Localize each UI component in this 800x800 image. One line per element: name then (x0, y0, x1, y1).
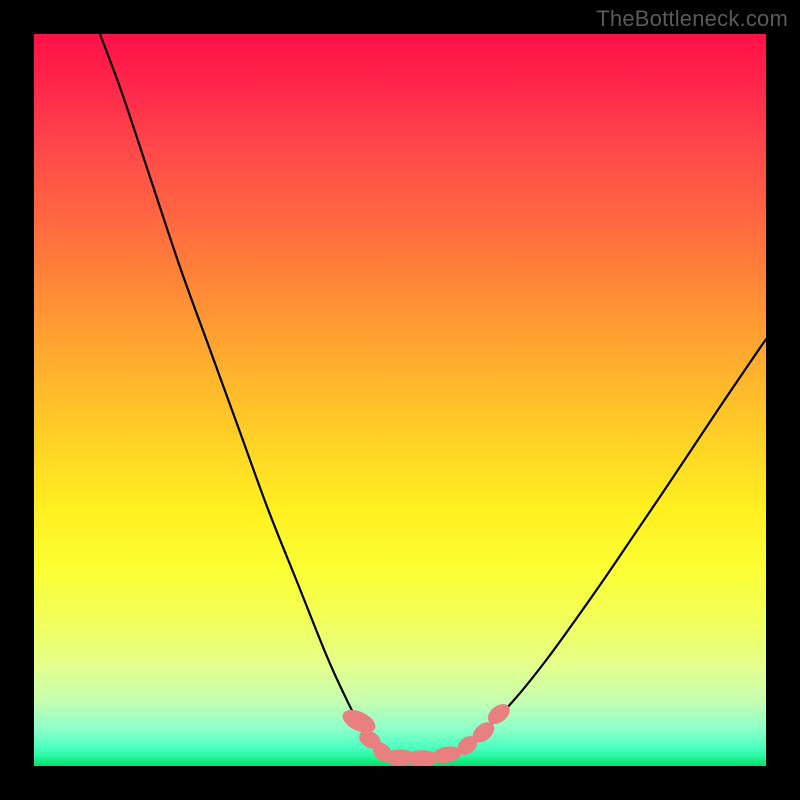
valley-markers (339, 700, 514, 766)
bottleneck-curve (100, 34, 766, 759)
plot-area (34, 34, 766, 766)
curve-group (100, 34, 766, 759)
outer-frame: TheBottleneck.com (0, 0, 800, 800)
attribution-text: TheBottleneck.com (596, 6, 788, 32)
chart-svg (34, 34, 766, 766)
